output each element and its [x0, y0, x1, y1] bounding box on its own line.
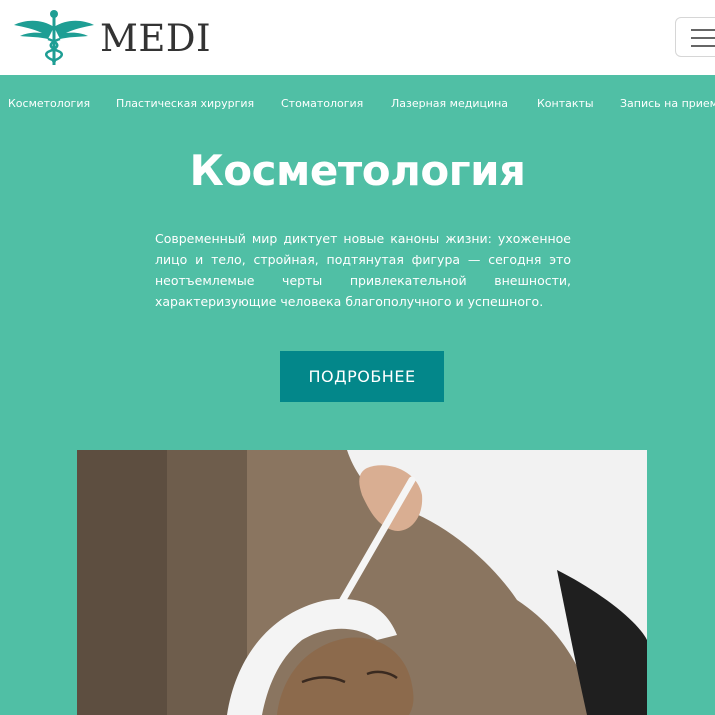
nav-item-contacts[interactable]: Контакты: [537, 97, 594, 110]
more-button[interactable]: ПОДРОБНЕЕ: [280, 351, 444, 402]
nav-item-appointment[interactable]: Запись на прием: [620, 97, 715, 110]
hero-description: Современный мир диктует новые каноны жиз…: [155, 231, 571, 309]
caduceus-icon: [14, 10, 94, 65]
page-title: Косметология: [189, 146, 526, 195]
nav-item-plastic-surgery[interactable]: Пластическая хирургия: [116, 97, 254, 110]
logo-text: MEDI: [100, 16, 212, 60]
nav-item-laser-medicine[interactable]: Лазерная медицина: [391, 97, 508, 110]
main-nav: Косметология Пластическая хирургия Стома…: [0, 75, 715, 135]
site-header: MEDI: [0, 0, 715, 75]
cosmetology-photo: [77, 450, 647, 715]
logo[interactable]: MEDI: [12, 8, 212, 68]
nav-item-cosmetology[interactable]: Косметология: [8, 97, 90, 110]
nav-item-dentistry[interactable]: Стоматология: [281, 97, 363, 110]
menu-toggle-button[interactable]: [675, 17, 715, 57]
